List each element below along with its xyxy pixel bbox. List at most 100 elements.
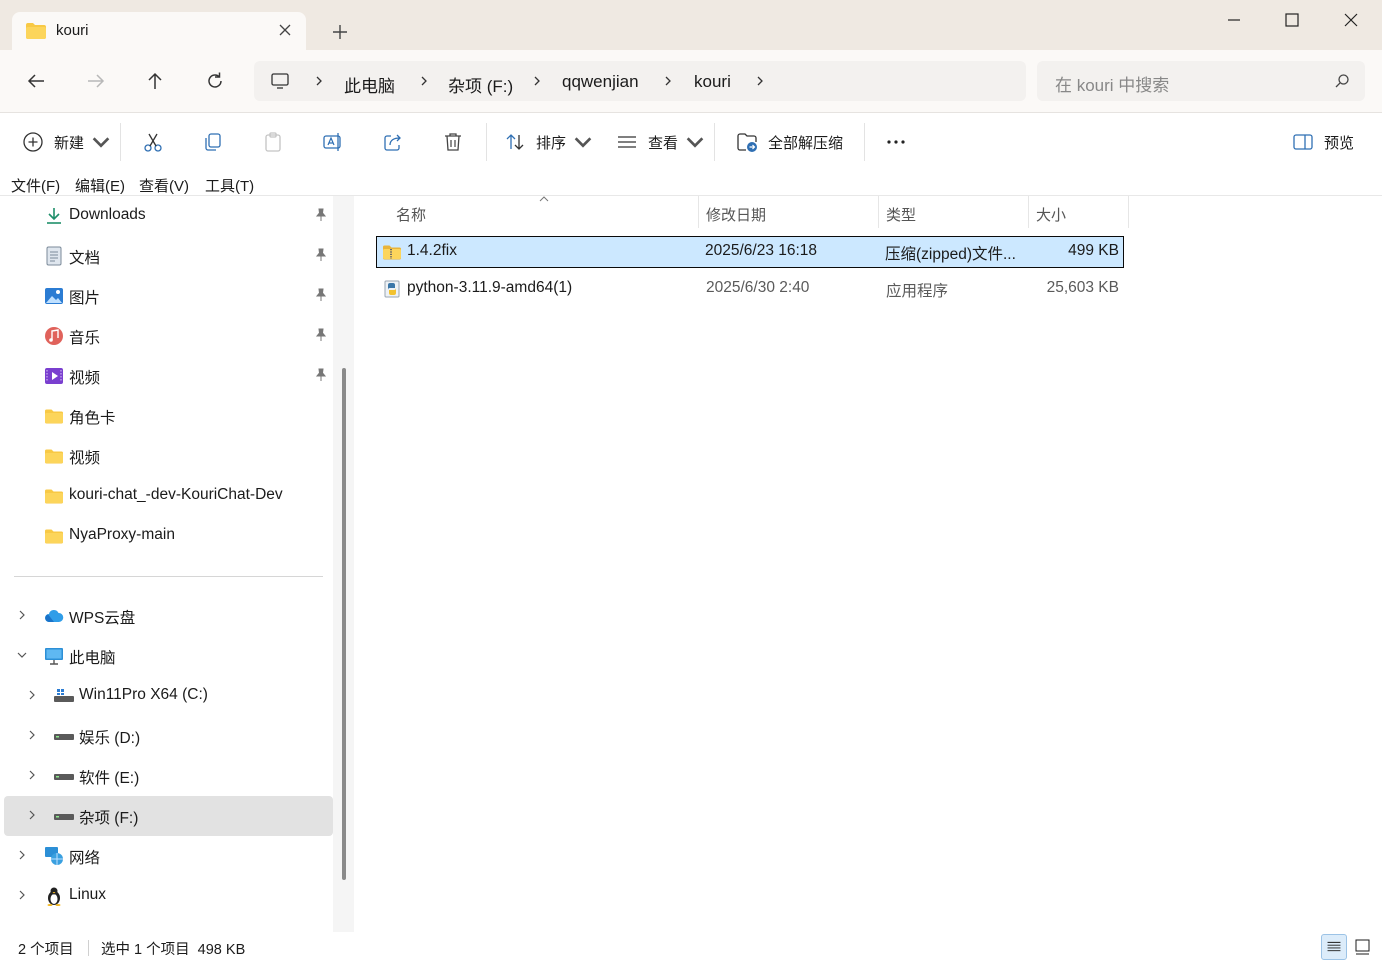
folder-icon [26, 23, 46, 39]
toolbar-divider [486, 123, 487, 161]
sidebar-item-music[interactable]: 音乐 [4, 316, 333, 356]
pin-icon[interactable] [314, 288, 328, 302]
status-divider [88, 940, 89, 956]
copy-button[interactable] [202, 130, 224, 154]
chevron-down-icon[interactable] [16, 649, 28, 661]
file-name: 1.4.2fix [407, 242, 457, 259]
column-divider[interactable] [1128, 196, 1129, 228]
sort-button[interactable]: 排序 [504, 130, 594, 154]
column-header-name[interactable]: 名称 [396, 204, 426, 232]
file-name: python-3.11.9-amd64(1) [407, 279, 573, 296]
back-button[interactable] [24, 69, 48, 93]
forward-button[interactable] [84, 69, 108, 93]
close-tab-icon[interactable] [276, 21, 294, 39]
search-input[interactable]: 在 kouri 中搜索 [1037, 61, 1365, 101]
sidebar-divider [14, 576, 323, 577]
sidebar-item-folder[interactable]: 视频 [4, 436, 333, 476]
computer-icon [45, 648, 63, 665]
sidebar-item-wps-cloud[interactable]: WPS云盘 [4, 596, 333, 636]
chevron-right-icon[interactable] [753, 74, 767, 88]
menu-edit[interactable]: 编辑(E) [75, 175, 125, 196]
view-button[interactable]: 查看 [616, 130, 706, 154]
details-view-button[interactable] [1321, 934, 1347, 960]
scrollbar-thumb[interactable] [342, 368, 346, 880]
file-list: 名称 修改日期 类型 大小 1.4.2fix 2025/6/23 16:18 压… [354, 196, 1382, 932]
extract-all-button[interactable]: 全部解压缩 [736, 130, 843, 154]
address-bar[interactable]: 此电脑 杂项 (F:) qqwenjian kouri [254, 61, 1026, 101]
navigation-pane: Downloads 文档 图片 音乐 视频 角色卡 视频 kouri-chat_… [0, 196, 354, 932]
sidebar-item-drive-e[interactable]: 软件 (E:) [4, 756, 333, 796]
chevron-right-icon[interactable] [16, 609, 28, 621]
sidebar-item-drive-c[interactable]: Win11Pro X64 (C:) [4, 676, 333, 716]
sidebar-item-label: Win11Pro X64 (C:) [79, 686, 208, 703]
new-tab-button[interactable] [330, 22, 350, 42]
paste-button[interactable] [262, 130, 284, 154]
sidebar-item-folder[interactable]: NyaProxy-main [4, 516, 333, 556]
delete-button[interactable] [442, 130, 464, 154]
folder-icon [45, 489, 63, 504]
tab-kouri[interactable]: kouri [12, 12, 306, 50]
column-header-date[interactable]: 修改日期 [706, 204, 766, 232]
sidebar-item-folder[interactable]: 角色卡 [4, 396, 333, 436]
column-header-size[interactable]: 大小 [1036, 204, 1066, 232]
file-row[interactable]: python-3.11.9-amd64(1) 2025/6/30 2:40 应用… [376, 273, 1124, 305]
sidebar-item-videos[interactable]: 视频 [4, 356, 333, 396]
menu-view[interactable]: 查看(V) [139, 175, 189, 196]
close-window-button[interactable] [1340, 9, 1362, 31]
chevron-right-icon[interactable] [26, 769, 38, 781]
breadcrumb-kouri[interactable]: kouri [694, 72, 731, 92]
sidebar-item-label: 视频 [69, 450, 101, 467]
tiles-view-button[interactable] [1350, 934, 1376, 960]
breadcrumb-qqwenjian[interactable]: qqwenjian [562, 72, 639, 92]
chevron-right-icon[interactable] [26, 729, 38, 741]
new-label: 新建 [54, 134, 85, 152]
more-options-button[interactable] [885, 130, 907, 154]
column-header-type[interactable]: 类型 [886, 204, 916, 232]
preview-pane-button[interactable]: 预览 [1292, 130, 1354, 154]
menu-tools[interactable]: 工具(T) [205, 175, 254, 196]
sidebar-item-network[interactable]: 网络 [4, 836, 333, 876]
file-row[interactable]: 1.4.2fix 2025/6/23 16:18 压缩(zipped)文件...… [376, 236, 1124, 268]
sidebar-item-drive-f[interactable]: 杂项 (F:) [4, 796, 333, 836]
sidebar-item-linux[interactable]: Linux [4, 876, 333, 916]
refresh-button[interactable] [203, 69, 227, 93]
pin-icon[interactable] [314, 328, 328, 342]
minimize-button[interactable] [1223, 9, 1245, 31]
copy-icon [205, 133, 221, 151]
chevron-right-icon[interactable] [16, 889, 28, 901]
sidebar-item-label: Linux [69, 886, 107, 903]
pin-icon[interactable] [314, 248, 328, 262]
cut-button[interactable] [142, 130, 164, 154]
chevron-right-icon[interactable] [312, 74, 326, 88]
sidebar-item-drive-d[interactable]: 娱乐 (D:) [4, 716, 333, 756]
column-divider[interactable] [1028, 196, 1029, 228]
chevron-right-icon[interactable] [26, 689, 38, 701]
chevron-right-icon[interactable] [26, 809, 38, 821]
sidebar-item-documents[interactable]: 文档 [4, 236, 333, 276]
pin-icon[interactable] [314, 208, 328, 222]
sidebar-item-this-pc[interactable]: 此电脑 [4, 636, 333, 676]
sidebar-item-folder[interactable]: kouri-chat_-dev-KouriChat-Dev [4, 476, 333, 516]
file-size: 499 KB [1068, 242, 1119, 259]
pin-icon[interactable] [314, 368, 328, 382]
breadcrumb-drive-f[interactable]: 杂项 (F:) [448, 72, 513, 97]
sidebar-item-pictures[interactable]: 图片 [4, 276, 333, 316]
up-button[interactable] [143, 69, 167, 93]
maximize-button[interactable] [1281, 9, 1303, 31]
sidebar-scrollbar[interactable] [333, 196, 354, 932]
column-divider[interactable] [698, 196, 699, 228]
column-divider[interactable] [878, 196, 879, 228]
drive-icon [54, 814, 74, 820]
chevron-right-icon[interactable] [16, 849, 28, 861]
sidebar-item-label: 网络 [69, 850, 101, 867]
breadcrumb-this-pc[interactable]: 此电脑 [344, 72, 395, 97]
menu-file[interactable]: 文件(F) [11, 175, 60, 196]
chevron-right-icon[interactable] [661, 74, 675, 88]
new-button[interactable]: 新建 [22, 130, 112, 154]
chevron-right-icon[interactable] [417, 74, 431, 88]
file-date: 2025/6/23 16:18 [705, 242, 818, 259]
sidebar-item-downloads[interactable]: Downloads [4, 196, 333, 236]
share-button[interactable] [382, 130, 404, 154]
chevron-right-icon[interactable] [530, 74, 544, 88]
rename-button[interactable] [322, 130, 344, 154]
